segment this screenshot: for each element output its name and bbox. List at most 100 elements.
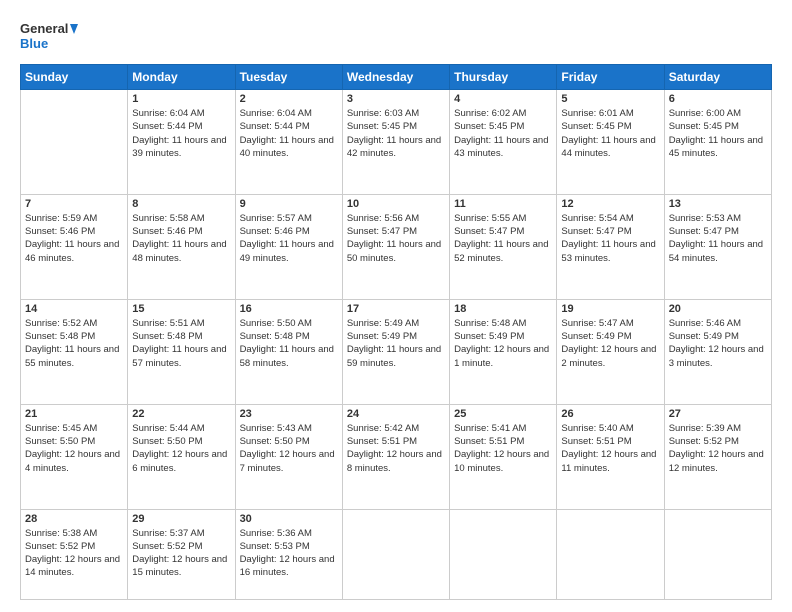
calendar-week-5: 28 Sunrise: 5:38 AM Sunset: 5:52 PM Dayli… [21,509,772,600]
cell-sun-info: Sunrise: 6:03 AM Sunset: 5:45 PM Dayligh… [347,107,445,160]
calendar-cell [557,509,664,600]
calendar-cell: 20 Sunrise: 5:46 AM Sunset: 5:49 PM Dayli… [664,299,771,404]
calendar-cell: 15Sunrise: 5:51 AM Sunset: 5:48 PM Dayli… [128,299,235,404]
day-number: 7 [25,198,123,210]
day-number: 22 [132,408,230,420]
day-number: 27 [669,408,767,420]
calendar-week-1: 1Sunrise: 6:04 AM Sunset: 5:44 PM Daylig… [21,90,772,195]
calendar-cell: 26 Sunrise: 5:40 AM Sunset: 5:51 PM Dayli… [557,404,664,509]
weekday-header-tuesday: Tuesday [235,65,342,90]
cell-sun-info: Sunrise: 5:49 AM Sunset: 5:49 PM Dayligh… [347,317,445,370]
calendar-table: SundayMondayTuesdayWednesdayThursdayFrid… [20,64,772,600]
calendar-cell: 7 Sunrise: 5:59 AM Sunset: 5:46 PM Daylig… [21,194,128,299]
calendar-cell: 22 Sunrise: 5:44 AM Sunset: 5:50 PM Dayli… [128,404,235,509]
cell-sun-info: Sunrise: 5:59 AM Sunset: 5:46 PM Dayligh… [25,212,123,265]
calendar-cell: 19 Sunrise: 5:47 AM Sunset: 5:49 PM Dayli… [557,299,664,404]
logo-svg: General Blue [20,18,80,54]
calendar-cell: 16 Sunrise: 5:50 AM Sunset: 5:48 PM Dayli… [235,299,342,404]
calendar-cell: 21Sunrise: 5:45 AM Sunset: 5:50 PM Dayli… [21,404,128,509]
cell-sun-info: Sunrise: 6:04 AM Sunset: 5:44 PM Dayligh… [132,107,230,160]
calendar-cell [450,509,557,600]
day-number: 25 [454,408,552,420]
cell-sun-info: Sunrise: 5:44 AM Sunset: 5:50 PM Dayligh… [132,422,230,475]
calendar-header-row: SundayMondayTuesdayWednesdayThursdayFrid… [21,65,772,90]
weekday-header-wednesday: Wednesday [342,65,449,90]
calendar-cell: 23Sunrise: 5:43 AM Sunset: 5:50 PM Dayli… [235,404,342,509]
weekday-header-thursday: Thursday [450,65,557,90]
calendar-cell: 10 Sunrise: 5:56 AM Sunset: 5:47 PM Dayli… [342,194,449,299]
calendar-cell: 2 Sunrise: 6:04 AM Sunset: 5:44 PM Daylig… [235,90,342,195]
cell-sun-info: Sunrise: 5:55 AM Sunset: 5:47 PM Dayligh… [454,212,552,265]
calendar-cell: 13 Sunrise: 5:53 AM Sunset: 5:47 PM Dayli… [664,194,771,299]
day-number: 11 [454,198,552,210]
cell-sun-info: Sunrise: 5:37 AM Sunset: 5:52 PM Dayligh… [132,527,230,580]
day-number: 3 [347,93,445,105]
svg-text:Blue: Blue [20,36,48,51]
cell-sun-info: Sunrise: 5:47 AM Sunset: 5:49 PM Dayligh… [561,317,659,370]
cell-sun-info: Sunrise: 5:39 AM Sunset: 5:52 PM Dayligh… [669,422,767,475]
cell-sun-info: Sunrise: 6:01 AM Sunset: 5:45 PM Dayligh… [561,107,659,160]
day-number: 2 [240,93,338,105]
calendar-cell: 14Sunrise: 5:52 AM Sunset: 5:48 PM Dayli… [21,299,128,404]
cell-sun-info: Sunrise: 5:53 AM Sunset: 5:47 PM Dayligh… [669,212,767,265]
day-number: 6 [669,93,767,105]
weekday-header-friday: Friday [557,65,664,90]
day-number: 10 [347,198,445,210]
svg-text:General: General [20,21,68,36]
calendar-cell: 8Sunrise: 5:58 AM Sunset: 5:46 PM Daylig… [128,194,235,299]
cell-sun-info: Sunrise: 5:50 AM Sunset: 5:48 PM Dayligh… [240,317,338,370]
cell-sun-info: Sunrise: 5:43 AM Sunset: 5:50 PM Dayligh… [240,422,338,475]
calendar-cell: 6 Sunrise: 6:00 AM Sunset: 5:45 PM Daylig… [664,90,771,195]
calendar-cell: 25 Sunrise: 5:41 AM Sunset: 5:51 PM Dayli… [450,404,557,509]
calendar-cell [21,90,128,195]
cell-sun-info: Sunrise: 5:40 AM Sunset: 5:51 PM Dayligh… [561,422,659,475]
day-number: 30 [240,513,338,525]
cell-sun-info: Sunrise: 5:42 AM Sunset: 5:51 PM Dayligh… [347,422,445,475]
day-number: 13 [669,198,767,210]
calendar-cell: 29Sunrise: 5:37 AM Sunset: 5:52 PM Dayli… [128,509,235,600]
day-number: 24 [347,408,445,420]
weekday-header-monday: Monday [128,65,235,90]
cell-sun-info: Sunrise: 6:00 AM Sunset: 5:45 PM Dayligh… [669,107,767,160]
header: General Blue [20,18,772,54]
day-number: 21 [25,408,123,420]
calendar-cell: 9 Sunrise: 5:57 AM Sunset: 5:46 PM Daylig… [235,194,342,299]
calendar-cell: 11 Sunrise: 5:55 AM Sunset: 5:47 PM Dayli… [450,194,557,299]
cell-sun-info: Sunrise: 5:36 AM Sunset: 5:53 PM Dayligh… [240,527,338,580]
calendar-week-3: 14Sunrise: 5:52 AM Sunset: 5:48 PM Dayli… [21,299,772,404]
day-number: 4 [454,93,552,105]
calendar-cell: 17Sunrise: 5:49 AM Sunset: 5:49 PM Dayli… [342,299,449,404]
calendar-cell: 4 Sunrise: 6:02 AM Sunset: 5:45 PM Daylig… [450,90,557,195]
logo: General Blue [20,18,80,54]
day-number: 12 [561,198,659,210]
cell-sun-info: Sunrise: 5:41 AM Sunset: 5:51 PM Dayligh… [454,422,552,475]
cell-sun-info: Sunrise: 6:02 AM Sunset: 5:45 PM Dayligh… [454,107,552,160]
calendar-cell [664,509,771,600]
cell-sun-info: Sunrise: 5:46 AM Sunset: 5:49 PM Dayligh… [669,317,767,370]
day-number: 16 [240,303,338,315]
cell-sun-info: Sunrise: 5:52 AM Sunset: 5:48 PM Dayligh… [25,317,123,370]
calendar-week-4: 21Sunrise: 5:45 AM Sunset: 5:50 PM Dayli… [21,404,772,509]
day-number: 5 [561,93,659,105]
cell-sun-info: Sunrise: 6:04 AM Sunset: 5:44 PM Dayligh… [240,107,338,160]
calendar-cell: 5 Sunrise: 6:01 AM Sunset: 5:45 PM Daylig… [557,90,664,195]
day-number: 19 [561,303,659,315]
cell-sun-info: Sunrise: 5:56 AM Sunset: 5:47 PM Dayligh… [347,212,445,265]
day-number: 20 [669,303,767,315]
calendar-cell: 24 Sunrise: 5:42 AM Sunset: 5:51 PM Dayli… [342,404,449,509]
cell-sun-info: Sunrise: 5:38 AM Sunset: 5:52 PM Dayligh… [25,527,123,580]
cell-sun-info: Sunrise: 5:48 AM Sunset: 5:49 PM Dayligh… [454,317,552,370]
weekday-header-sunday: Sunday [21,65,128,90]
day-number: 28 [25,513,123,525]
cell-sun-info: Sunrise: 5:58 AM Sunset: 5:46 PM Dayligh… [132,212,230,265]
calendar-cell: 1Sunrise: 6:04 AM Sunset: 5:44 PM Daylig… [128,90,235,195]
calendar-cell [342,509,449,600]
day-number: 26 [561,408,659,420]
day-number: 15 [132,303,230,315]
day-number: 9 [240,198,338,210]
day-number: 18 [454,303,552,315]
calendar-cell: 30 Sunrise: 5:36 AM Sunset: 5:53 PM Dayli… [235,509,342,600]
cell-sun-info: Sunrise: 5:57 AM Sunset: 5:46 PM Dayligh… [240,212,338,265]
cell-sun-info: Sunrise: 5:54 AM Sunset: 5:47 PM Dayligh… [561,212,659,265]
calendar-cell: 3 Sunrise: 6:03 AM Sunset: 5:45 PM Daylig… [342,90,449,195]
